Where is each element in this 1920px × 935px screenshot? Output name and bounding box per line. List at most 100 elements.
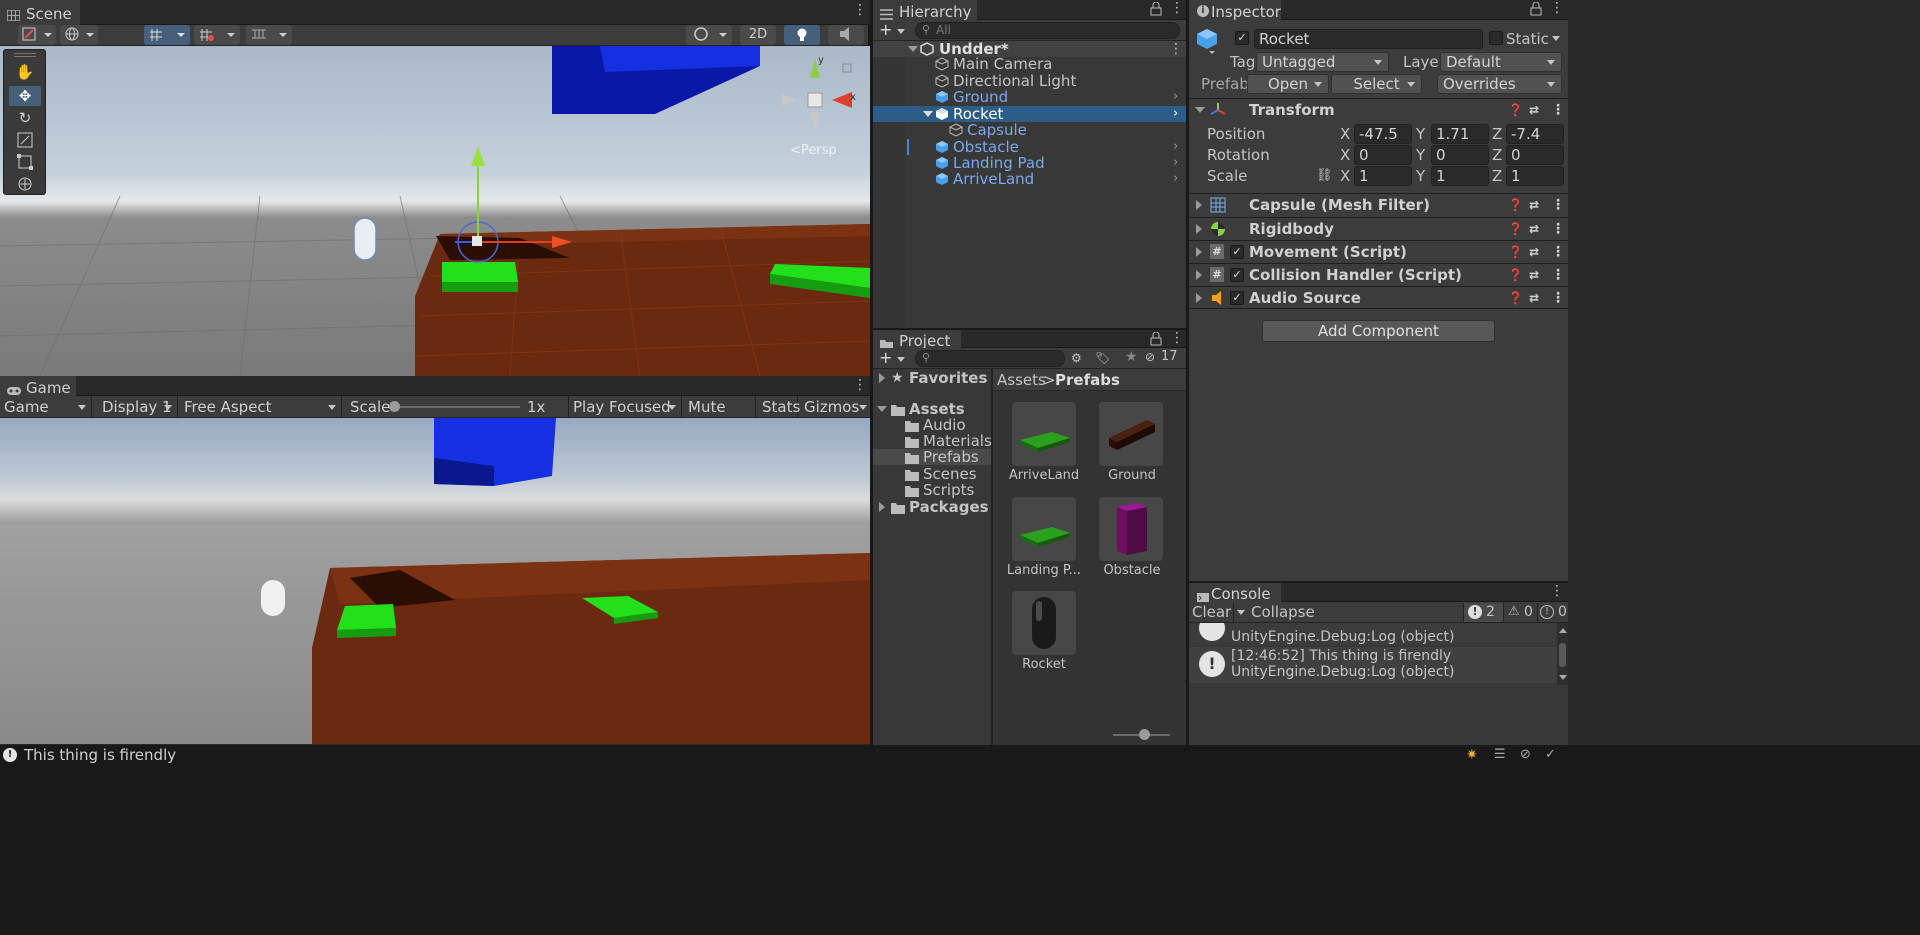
asset-thumb-arriveland[interactable] — [1012, 402, 1076, 466]
rotation-x-label[interactable]: X — [1340, 144, 1350, 166]
scale-x-field[interactable]: 1 — [1354, 166, 1412, 186]
component-menu-icon[interactable]: ⋮ — [1551, 287, 1565, 309]
rotation-y-label[interactable]: Y — [1416, 144, 1425, 166]
progress-check-icon[interactable]: ✓ — [1545, 747, 1556, 762]
globe-button[interactable] — [60, 25, 98, 45]
inspector-menu-icon[interactable]: ⋮ — [1550, 1, 1564, 17]
preset-icon[interactable]: ⇄ — [1529, 287, 1539, 309]
component-menu-icon[interactable]: ⋮ — [1551, 99, 1565, 121]
search-by-type-icon[interactable]: ⚙ — [1071, 351, 1082, 365]
tag-dropdown[interactable]: Untagged — [1256, 52, 1389, 72]
project-menu-icon[interactable]: ⋮ — [1170, 331, 1184, 347]
component-collision-handler[interactable]: # ✓ Collision Handler (Script) ❓ ⇄ ⋮ — [1189, 263, 1568, 286]
scene-viewport[interactable]: y x <Persp ✋ ✥ ↻ — [0, 46, 870, 376]
expand-arrow-icon[interactable] — [923, 111, 933, 117]
transform-tool-icon[interactable] — [9, 174, 41, 194]
component-menu-icon[interactable]: ⋮ — [1551, 241, 1565, 263]
audio-toggle-button[interactable] — [828, 25, 864, 45]
cache-server-icon[interactable]: ☰ — [1494, 747, 1506, 762]
grid-visibility-button[interactable] — [194, 25, 240, 45]
hierarchy-item-main-camera[interactable]: Main Camera — [873, 56, 1186, 72]
info-toggle[interactable]: ! 0 — [1537, 603, 1568, 622]
rotation-z-field[interactable]: 0 — [1506, 145, 1564, 165]
hidden-packages-icon[interactable]: ⊘ — [1145, 350, 1155, 364]
help-icon[interactable]: ❓ — [1508, 218, 1523, 240]
status-message[interactable]: This thing is firendly — [24, 746, 176, 764]
rotate-tool-icon[interactable]: ↻ — [9, 108, 41, 128]
chevron-right-icon[interactable]: › — [1173, 155, 1178, 171]
scale-y-label[interactable]: Y — [1416, 165, 1425, 187]
tree-folder-materials[interactable]: Materials — [873, 433, 992, 449]
scale-slider-track[interactable] — [394, 406, 520, 408]
tree-folder-scripts[interactable]: Scripts — [873, 482, 991, 498]
hierarchy-item-ground[interactable]: Ground › — [873, 89, 1186, 105]
scroll-down-icon[interactable] — [1559, 675, 1567, 680]
tree-assets[interactable]: Assets — [873, 401, 991, 417]
position-y-label[interactable]: Y — [1416, 123, 1425, 145]
constrain-proportions-icon[interactable]: ⛓ — [1316, 169, 1333, 183]
aspect-select[interactable]: Free Aspect — [180, 396, 342, 418]
position-y-field[interactable]: 1.71 — [1431, 124, 1489, 144]
component-rigidbody[interactable]: Rigidbody ❓ ⇄ ⋮ — [1189, 217, 1568, 240]
position-z-label[interactable]: Z — [1492, 123, 1502, 145]
component-menu-icon[interactable]: ⋮ — [1551, 264, 1565, 286]
active-checkbox[interactable]: ✓ — [1235, 31, 1249, 45]
tab-scene[interactable]: Scene — [0, 0, 80, 25]
tree-favorites[interactable]: ★ Favorites — [873, 369, 991, 387]
add-object-button[interactable]: + — [879, 21, 907, 39]
console-menu-icon[interactable]: ⋮ — [1550, 584, 1564, 600]
help-icon[interactable]: ❓ — [1508, 99, 1523, 121]
hierarchy-item-landing-pad[interactable]: Landing Pad › — [873, 155, 1186, 171]
persp-label[interactable]: <Persp — [790, 143, 837, 158]
tree-folder-prefabs[interactable]: Prefabs — [873, 449, 991, 465]
thumbnail-size-thumb[interactable] — [1139, 729, 1150, 740]
stats-button[interactable]: Stats — [760, 396, 800, 418]
clear-options-dropdown[interactable] — [1233, 603, 1247, 622]
2d-mode-button[interactable]: 2D — [740, 25, 776, 45]
position-z-field[interactable]: -7.4 — [1506, 124, 1564, 144]
lock-icon[interactable] — [1150, 331, 1162, 346]
tree-folder-scenes[interactable]: Scenes — [873, 466, 991, 482]
rotation-z-label[interactable]: Z — [1492, 144, 1502, 166]
scene-menu-icon[interactable]: ⋮ — [853, 3, 867, 19]
object-name-field[interactable]: Rocket — [1254, 29, 1483, 49]
search-by-label-icon[interactable]: 🏷 — [1095, 351, 1110, 365]
lighting-toggle-button[interactable] — [784, 25, 820, 45]
rotation-y-field[interactable]: 0 — [1431, 145, 1489, 165]
create-asset-button[interactable]: + — [879, 349, 907, 367]
scroll-thumb[interactable] — [1559, 643, 1566, 667]
gizmos-button[interactable]: Gizmos — [802, 396, 870, 418]
preset-icon[interactable]: ⇄ — [1529, 218, 1539, 240]
help-icon[interactable]: ❓ — [1508, 264, 1523, 286]
prefab-overrides-dropdown[interactable]: Overrides — [1437, 74, 1562, 94]
play-mode-select[interactable]: Play Focused — [568, 396, 682, 418]
component-movement-script[interactable]: # ✓ Movement (Script) ❓ ⇄ ⋮ — [1189, 240, 1568, 263]
chevron-right-icon[interactable]: › — [1173, 106, 1178, 122]
component-menu-icon[interactable]: ⋮ — [1551, 194, 1565, 216]
move-tool-icon[interactable]: ✥ — [9, 86, 41, 106]
preset-icon[interactable]: ⇄ — [1529, 99, 1539, 121]
bug-report-icon[interactable]: ✷ — [1466, 747, 1478, 763]
scale-z-label[interactable]: Z — [1492, 165, 1502, 187]
scale-y-field[interactable]: 1 — [1431, 166, 1489, 186]
static-dropdown-arrow[interactable] — [1552, 36, 1560, 41]
chevron-right-icon[interactable]: › — [1173, 139, 1178, 155]
tree-folder-audio[interactable]: Audio — [873, 417, 991, 433]
rotation-x-field[interactable]: 0 — [1354, 145, 1412, 165]
component-mesh-filter[interactable]: Capsule (Mesh Filter) ❓ ⇄ ⋮ — [1189, 193, 1568, 216]
preset-icon[interactable]: ⇄ — [1529, 194, 1539, 216]
hand-tool-icon[interactable]: ✋ — [9, 63, 41, 83]
collapse-button[interactable]: Collapse — [1251, 603, 1315, 622]
game-viewport[interactable] — [0, 418, 870, 744]
static-checkbox[interactable] — [1489, 31, 1503, 45]
console-entry[interactable]: UnityEngine.Debug:Log (object) — [1189, 623, 1557, 645]
scroll-up-icon[interactable] — [1559, 628, 1567, 633]
shading-button[interactable] — [686, 25, 732, 45]
breadcrumb-root[interactable]: Assets — [997, 369, 1046, 391]
hierarchy-menu-icon[interactable]: ⋮ — [1170, 1, 1184, 17]
lock-icon[interactable] — [1150, 1, 1162, 16]
help-icon[interactable]: ❓ — [1508, 287, 1523, 309]
hierarchy-search-input[interactable]: ⚲ All — [915, 22, 1180, 39]
chevron-right-icon[interactable]: › — [1173, 89, 1178, 105]
increment-snap-button[interactable] — [246, 25, 292, 45]
